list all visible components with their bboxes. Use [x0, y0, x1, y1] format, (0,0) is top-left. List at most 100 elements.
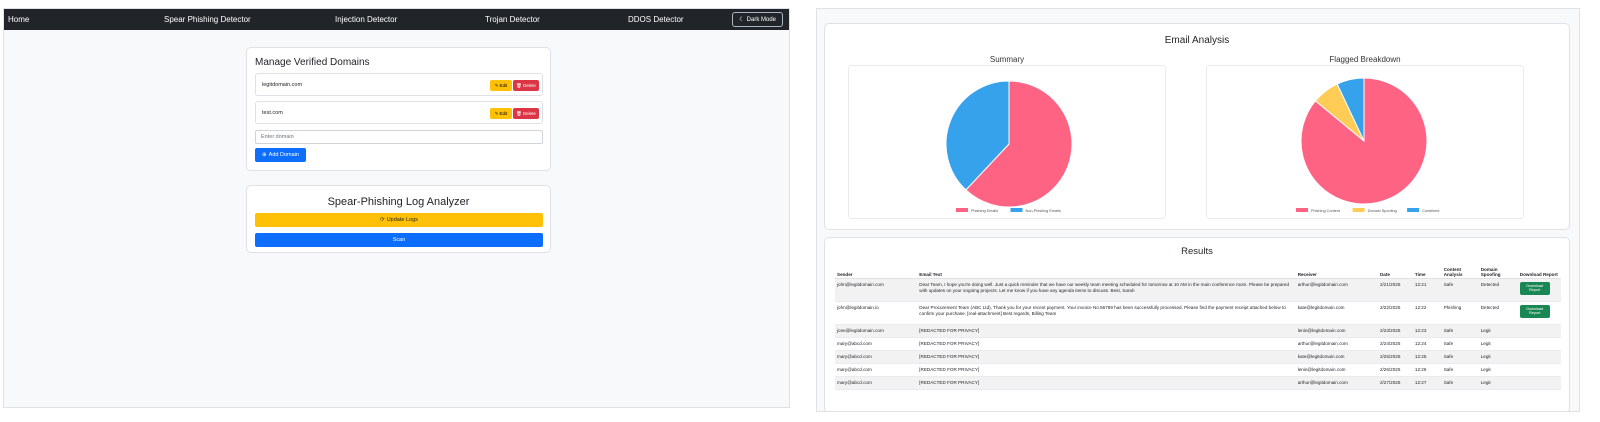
- cell-sender: mary@abcd.com: [835, 350, 918, 364]
- cell-download: [1517, 337, 1561, 351]
- download-report-button[interactable]: Download Report: [1519, 281, 1550, 296]
- dark-mode-button[interactable]: ☾ Dark Mode: [732, 12, 783, 27]
- cell-text: [REDACTED FOR PRIVACY]: [917, 324, 1296, 338]
- table-row: jone@legitdomain.com [REDACTED FOR PRIVAC…: [835, 324, 1561, 338]
- legend-label: Combined: [1422, 209, 1439, 213]
- manage-domains-title: Manage Verified Domains: [255, 57, 370, 68]
- table-row: john@legitdomain.com Dear Team, I hope yo…: [835, 278, 1561, 302]
- nav-trojan-link[interactable]: Trojan Detector: [485, 15, 540, 24]
- cell-receiver: arthur@legitdomain.com: [1295, 278, 1378, 302]
- cell-content: Safe: [1441, 278, 1479, 302]
- cell-spoofing: Detected: [1478, 278, 1518, 302]
- cell-download: [1517, 363, 1561, 377]
- legend-swatch: [1010, 208, 1023, 212]
- nav-ddos-link[interactable]: DDOS Detector: [628, 15, 684, 24]
- cell-sender: mary@abcd.com: [835, 363, 918, 377]
- manage-domains-card: Manage Verified Domains legitdomain.com …: [246, 47, 551, 171]
- scan-label: Scan: [392, 237, 406, 243]
- delete-domain-button[interactable]: 🗑 Delete: [513, 108, 539, 119]
- table-header-cell: Email Text: [917, 260, 1296, 279]
- domain-name: legitdomain.com: [262, 82, 303, 88]
- legend-label: Phishing Content: [1311, 209, 1341, 213]
- legend-swatch: [956, 208, 968, 212]
- cell-time: 12:26: [1412, 363, 1442, 377]
- legend-label: Phishing Emails: [971, 209, 998, 213]
- cell-sender: jone@legitdomain.com: [835, 324, 918, 338]
- pencil-icon: ✎: [494, 110, 499, 116]
- cell-download: [1517, 350, 1561, 364]
- edit-domain-button[interactable]: ✎ Edit: [490, 108, 512, 119]
- cell-date: 2/27/2025: [1377, 376, 1413, 390]
- domain-name: test.com: [262, 110, 283, 116]
- add-domain-button[interactable]: ⊕ Add Domain: [255, 148, 306, 162]
- cell-date: 2/24/2025: [1377, 337, 1413, 351]
- email-analysis-card: Email Analysis Summary Flagged Breakdown…: [824, 23, 1570, 230]
- cell-text: [REDACTED FOR PRIVACY]: [917, 376, 1296, 390]
- cell-spoofing: Legit: [1478, 350, 1518, 364]
- cell-text: [REDACTED FOR PRIVACY]: [917, 350, 1296, 364]
- cell-sender: john@legitdomain.com: [835, 278, 918, 302]
- domain-row: legitdomain.com ✎ Edit 🗑 Delete: [255, 73, 543, 96]
- cell-text: Dear Procurement Team (ABC Ltd), Thank y…: [917, 301, 1296, 325]
- cell-time: 12:23: [1412, 324, 1442, 338]
- moon-icon: ☾: [739, 17, 745, 23]
- cell-text: [REDACTED FOR PRIVACY]: [917, 337, 1296, 351]
- cell-sender: john@legitdomain.io: [835, 301, 918, 325]
- summary-chart-title: Summary: [989, 55, 1025, 64]
- cell-date: 2/23/2025: [1377, 324, 1413, 338]
- cell-receiver: arthur@legitdomain.com: [1295, 376, 1378, 390]
- flagged-pie-chart: Phishing Content Domain Spoofing Combined: [1296, 77, 1439, 213]
- table-header-cell: Time: [1412, 260, 1442, 279]
- table-header-cell: Download Report: [1517, 260, 1561, 279]
- cell-time: 12:25: [1412, 350, 1442, 364]
- cell-download: [1517, 324, 1561, 338]
- legend-label: Domain Spoofing: [1368, 209, 1397, 213]
- flagged-chart-title: Flagged Breakdown: [1329, 55, 1401, 64]
- cell-text: [REDACTED FOR PRIVACY]: [917, 363, 1296, 377]
- domain-row: test.com ✎ Edit 🗑 Delete: [255, 101, 543, 124]
- trash-icon: 🗑: [516, 110, 522, 116]
- nav-home-link[interactable]: Home: [8, 15, 29, 24]
- edit-domain-button[interactable]: ✎ Edit: [490, 80, 512, 91]
- edit-label: Edit: [499, 111, 508, 116]
- cell-text: Dear Team, I hope you're doing well. Jus…: [917, 278, 1296, 302]
- plus-circle-icon: ⊕: [262, 152, 267, 158]
- table-row: mary@abcd.com [REDACTED FOR PRIVACY] arthu…: [835, 337, 1561, 351]
- nav-spear-phishing-link[interactable]: Spear Phishing Detector: [164, 15, 251, 24]
- download-report-button[interactable]: Download Report: [1519, 304, 1550, 319]
- cell-content: Safe: [1441, 350, 1479, 364]
- cell-spoofing: Legit: [1478, 324, 1518, 338]
- edit-label: Edit: [499, 83, 508, 88]
- update-logs-button[interactable]: ⟳ Update Logs: [255, 213, 543, 227]
- delete-label: Delete: [522, 83, 536, 88]
- dark-mode-label: Dark Mode: [746, 16, 776, 23]
- delete-label: Delete: [522, 111, 536, 116]
- cell-receiver: kate@legitdomain.com: [1295, 350, 1378, 364]
- delete-domain-button[interactable]: 🗑 Delete: [513, 80, 539, 91]
- cell-content: Phishing: [1441, 301, 1479, 325]
- cell-date: 2/25/2025: [1377, 350, 1413, 364]
- cell-content: Safe: [1441, 376, 1479, 390]
- table-header-cell: Domain Spoofing: [1478, 260, 1518, 279]
- pencil-icon: ✎: [494, 82, 499, 88]
- cell-sender: mary@abcd.com: [835, 337, 918, 351]
- top-navbar: Home Spear Phishing Detector Injection D…: [4, 9, 789, 30]
- cell-date: 2/26/2025: [1377, 363, 1413, 377]
- table-header-cell: Date: [1377, 260, 1413, 279]
- cell-spoofing: Legit: [1478, 337, 1518, 351]
- nav-injection-link[interactable]: Injection Detector: [335, 15, 397, 24]
- update-logs-label: Update Logs: [386, 217, 418, 223]
- table-row: mary@abcd.com [REDACTED FOR PRIVACY] lenin…: [835, 363, 1561, 377]
- summary-chart: Phishing Emails Non-Phishing Emails: [848, 65, 1166, 219]
- cell-download: Download Report: [1517, 278, 1561, 302]
- cell-spoofing: Detected: [1478, 301, 1518, 325]
- cell-download: [1517, 376, 1561, 390]
- domain-input[interactable]: [255, 130, 543, 144]
- cell-receiver: kate@legitdomain.com: [1295, 301, 1378, 325]
- cell-download: Download Report: [1517, 301, 1561, 325]
- cell-content: Safe: [1441, 363, 1479, 377]
- cell-spoofing: Legit: [1478, 376, 1518, 390]
- table-row: john@legitdomain.io Dear Procurement Team…: [835, 301, 1561, 325]
- cell-time: 12:21: [1412, 278, 1442, 302]
- scan-button[interactable]: Scan: [255, 233, 543, 247]
